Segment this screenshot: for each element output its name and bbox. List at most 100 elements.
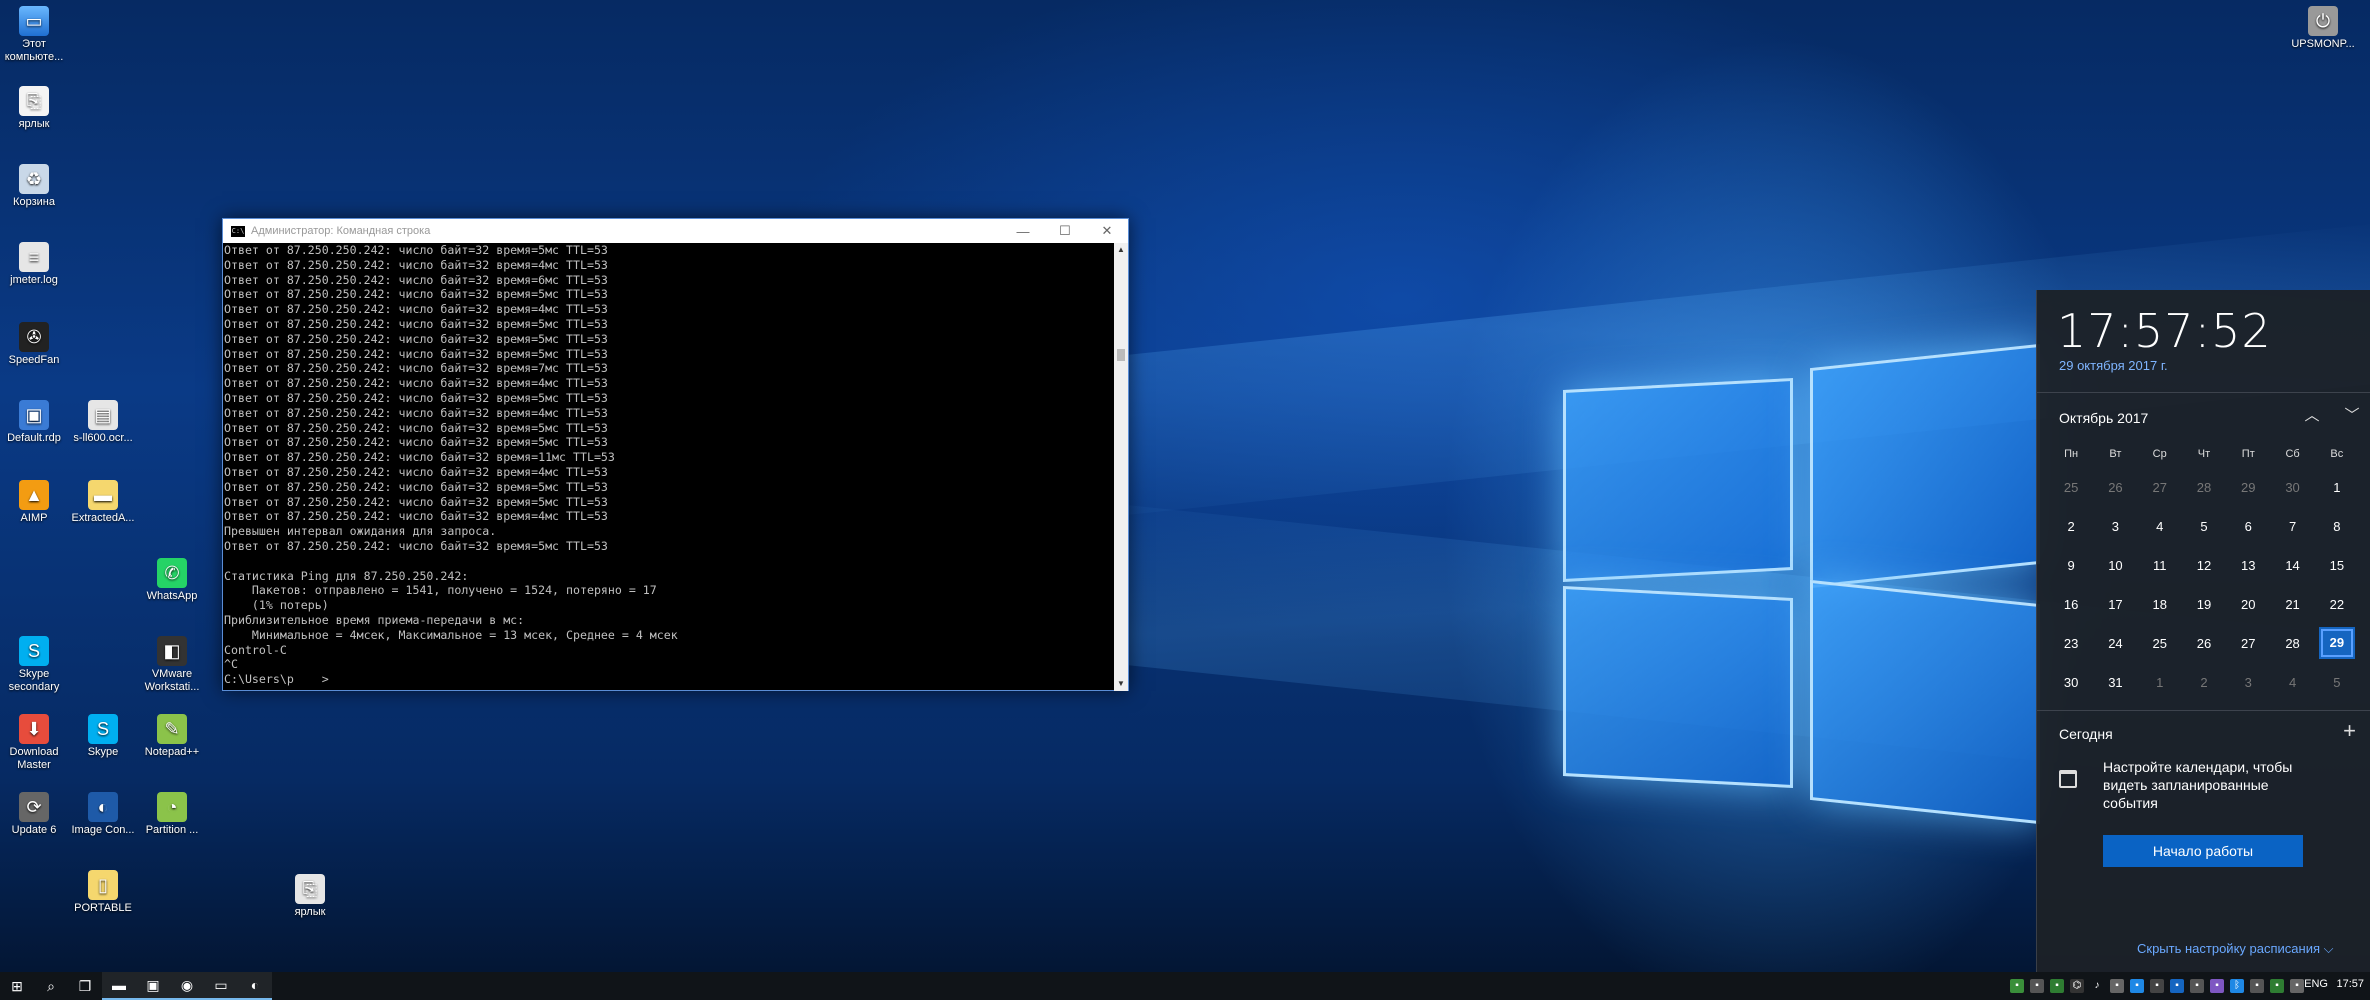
calendar-day[interactable]: 21 [2270, 585, 2314, 624]
calendar-day[interactable]: 28 [2270, 624, 2314, 663]
desktop-icon-ocr-document[interactable]: ▤ s-ll600.ocr... [70, 400, 136, 445]
tray-app-icon[interactable]: ▪ [2290, 979, 2304, 993]
scrollbar-thumb[interactable] [1117, 349, 1125, 361]
viewer-icon[interactable]: ◐ [238, 972, 272, 1000]
close-button[interactable]: ✕ [1086, 219, 1128, 243]
file-explorer-icon[interactable]: ▬ [102, 972, 136, 1000]
calendar-day[interactable]: 24 [2093, 624, 2137, 663]
calendar-day[interactable]: 7 [2270, 507, 2314, 546]
calendar-day[interactable]: 4 [2138, 507, 2182, 546]
volume-icon[interactable]: ♪ [2090, 979, 2104, 993]
calendar-day[interactable]: 15 [2315, 546, 2359, 585]
task-view-icon[interactable]: ❐ [68, 972, 102, 1000]
tray-app-icon[interactable]: ▪ [2210, 979, 2224, 993]
vertical-scrollbar[interactable]: ▲ ▼ [1114, 243, 1128, 691]
desktop-icon-shortcut-2[interactable]: ⎘ ярлык [277, 874, 343, 919]
clock-date[interactable]: 29 октября 2017 г. [2059, 358, 2168, 373]
bluetooth-icon[interactable]: ᛒ [2230, 979, 2244, 993]
calendar-day[interactable]: 14 [2270, 546, 2314, 585]
desktop-icon-vmware[interactable]: ◧ VMware Workstati... [139, 636, 205, 694]
tray-app-icon[interactable]: ▪ [2050, 979, 2064, 993]
desktop-icon-recycle-bin[interactable]: ♻ Корзина [1, 164, 67, 209]
calendar-day[interactable]: 9 [2049, 546, 2093, 585]
calendar-month[interactable]: Октябрь 2017 [2059, 410, 2148, 426]
calendar-day[interactable]: 28 [2182, 468, 2226, 507]
desktop-icon-notepadpp[interactable]: ✎ Notepad++ [139, 714, 205, 759]
calendar-day[interactable]: 1 [2138, 663, 2182, 702]
taskbar-clock[interactable]: 17:57 [2336, 978, 2364, 990]
search-icon[interactable]: ⌕ [34, 972, 68, 1000]
calendar-day[interactable]: 30 [2270, 468, 2314, 507]
calendar-day[interactable]: 23 [2049, 624, 2093, 663]
calendar-day[interactable]: 5 [2315, 663, 2359, 702]
calendar-day[interactable]: 25 [2138, 624, 2182, 663]
calendar-day[interactable]: 22 [2315, 585, 2359, 624]
calendar-day-today[interactable]: 29 [2318, 627, 2355, 659]
console-output[interactable]: Ответ от 87.250.250.242: число байт=32 в… [223, 243, 1116, 691]
desktop-icon-skype[interactable]: S Skype [70, 714, 136, 759]
desktop-icon-shortcut[interactable]: ⎘ ярлык [1, 86, 67, 131]
network-icon[interactable]: ⌬ [2070, 979, 2084, 993]
calendar-day[interactable]: 2 [2049, 507, 2093, 546]
tray-app-icon[interactable]: ▪ [2190, 979, 2204, 993]
desktop-icon-aimp[interactable]: ▲ AIMP [1, 480, 67, 525]
desktop-icon-default-rdp[interactable]: ▣ Default.rdp [1, 400, 67, 445]
desktop-icon-download-master[interactable]: ⬇ Download Master [1, 714, 67, 772]
desktop-icon-whatsapp[interactable]: ✆ WhatsApp [139, 558, 205, 603]
chevron-up-icon[interactable]: ︿ [2297, 404, 2327, 425]
desktop-icon-portable[interactable]: ▯ PORTABLE [70, 870, 136, 915]
calendar-day[interactable]: 3 [2093, 507, 2137, 546]
get-started-button[interactable]: Начало работы [2103, 835, 2303, 867]
cmd-window[interactable]: C:\ Администратор: Командная строка — ☐ … [222, 218, 1129, 691]
scroll-up-icon[interactable]: ▲ [1114, 243, 1128, 257]
tray-app-icon[interactable]: ▪ [2150, 979, 2164, 993]
calendar-day[interactable]: 8 [2315, 507, 2359, 546]
calendar-day[interactable]: 19 [2182, 585, 2226, 624]
calendar-day[interactable]: 18 [2138, 585, 2182, 624]
desktop-icon-skype-secondary[interactable]: S Skype secondary [1, 636, 67, 694]
calendar-day[interactable]: 29 [2226, 468, 2270, 507]
tray-app-icon[interactable]: ▪ [2170, 979, 2184, 993]
language-indicator[interactable]: ENG [2304, 978, 2328, 990]
calendar-day[interactable]: 12 [2182, 546, 2226, 585]
calendar-day[interactable]: 26 [2093, 468, 2137, 507]
calendar-day[interactable]: 11 [2138, 546, 2182, 585]
calendar-day[interactable]: 27 [2226, 624, 2270, 663]
calendar-day[interactable]: 17 [2093, 585, 2137, 624]
calendar-day[interactable]: 25 [2049, 468, 2093, 507]
tray-app-icon[interactable]: ▪ [2110, 979, 2124, 993]
app-icon[interactable]: ▣ [136, 972, 170, 1000]
tray-app-icon[interactable]: ▪ [2270, 979, 2284, 993]
calendar-day[interactable]: 5 [2182, 507, 2226, 546]
calendar-day[interactable]: 10 [2093, 546, 2137, 585]
calendar-day[interactable]: 13 [2226, 546, 2270, 585]
calendar-day[interactable]: 4 [2270, 663, 2314, 702]
calendar-day[interactable]: 20 [2226, 585, 2270, 624]
cmd-icon[interactable]: ▭ [204, 972, 238, 1000]
calendar-day[interactable]: 31 [2093, 663, 2137, 702]
maximize-button[interactable]: ☐ [1044, 219, 1086, 243]
tray-app-icon[interactable]: ▪ [2250, 979, 2264, 993]
tray-app-icon[interactable]: ▪ [2130, 979, 2144, 993]
tray-app-icon[interactable]: ▪ [2010, 979, 2024, 993]
calendar-day[interactable]: 26 [2182, 624, 2226, 663]
calendar-day[interactable]: 16 [2049, 585, 2093, 624]
desktop-icon-ups-monitor[interactable]: ⏻ UPSMONP... [2290, 6, 2356, 51]
calendar-day[interactable]: 2 [2182, 663, 2226, 702]
chevron-down-icon[interactable]: ﹀ [2337, 404, 2367, 425]
cmd-titlebar[interactable]: C:\ Администратор: Командная строка — ☐ … [223, 219, 1128, 243]
calendar-day[interactable]: 6 [2226, 507, 2270, 546]
scroll-down-icon[interactable]: ▼ [1114, 677, 1128, 691]
calendar-day[interactable]: 30 [2049, 663, 2093, 702]
calendar-day[interactable]: 3 [2226, 663, 2270, 702]
calendar-day[interactable]: 1 [2315, 468, 2359, 507]
chrome-icon[interactable]: ◉ [170, 972, 204, 1000]
desktop-icon-extracted[interactable]: ▬ ExtractedA... [70, 480, 136, 525]
desktop-icon-speedfan[interactable]: ✇ SpeedFan [1, 322, 67, 367]
desktop-icon-partition-tool[interactable]: ◔ Partition ... [139, 792, 205, 837]
minimize-button[interactable]: — [1002, 219, 1044, 243]
desktop-icon-image-converter[interactable]: ◐ Image Con... [70, 792, 136, 837]
add-event-icon[interactable]: + [2343, 718, 2356, 744]
desktop-icon-jmeter-log[interactable]: ≡ jmeter.log [1, 242, 67, 287]
desktop-icon-update[interactable]: ⟳ Update 6 [1, 792, 67, 837]
